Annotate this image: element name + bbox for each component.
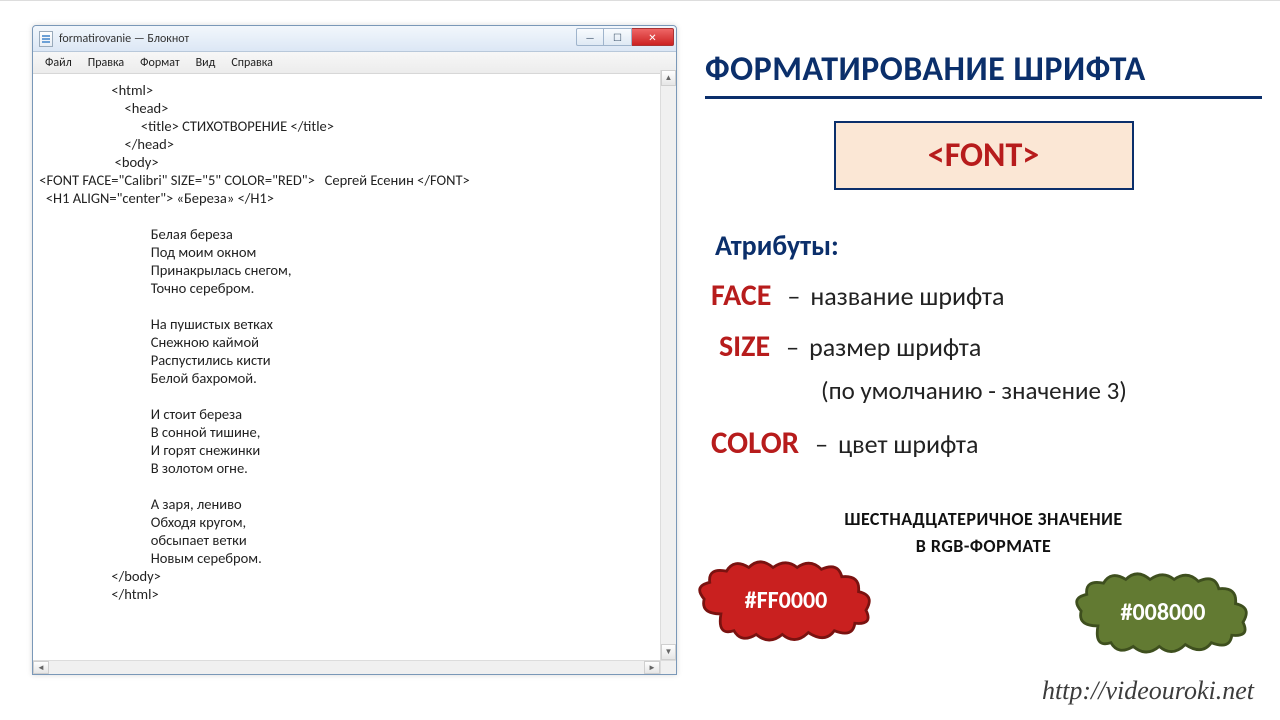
color-clouds: #FF0000 #008000 <box>705 566 1262 676</box>
scroll-down-button[interactable]: ▼ <box>661 644 676 660</box>
scroll-left-button[interactable]: ◄ <box>33 661 49 674</box>
dash-icon: – <box>787 280 800 312</box>
scroll-track[interactable] <box>661 86 676 644</box>
attr-row-color: COLOR – цвет шрифта <box>711 424 1262 462</box>
attr-desc-face: название шрифта <box>810 280 1004 312</box>
horizontal-scrollbar[interactable]: ◄ ► <box>33 660 660 674</box>
window-buttons: — ☐ ✕ <box>576 28 674 46</box>
scroll-right-button[interactable]: ► <box>644 661 660 674</box>
info-panel: ФОРМАТИРОВАНИЕ ШРИФТА <FONT> Атрибуты: F… <box>705 49 1262 676</box>
hex-header-line2: В RGB-ФОРМАТЕ <box>916 535 1052 557</box>
cloud-red: #FF0000 <box>693 558 879 642</box>
font-tag-box: <FONT> <box>834 121 1134 190</box>
attr-desc-size: размер шрифта <box>809 331 981 363</box>
cloud-green: #008000 <box>1070 570 1256 654</box>
attr-name-color: COLOR <box>711 424 815 462</box>
size-default-note: (по умолчанию - значение 3) <box>821 375 1262 406</box>
site-url: http://videouroki.net <box>1042 676 1254 706</box>
scroll-corner <box>660 660 676 674</box>
menu-format[interactable]: Формат <box>132 54 187 72</box>
attr-row-face: FACE – название шрифта <box>711 277 1262 314</box>
text-area[interactable]: <html> <head> <title> СТИХОТВОРЕНИЕ </ti… <box>33 74 676 674</box>
attr-desc-color: цвет шрифта <box>838 428 978 460</box>
maximize-button[interactable]: ☐ <box>604 28 632 46</box>
text-content[interactable]: <html> <head> <title> СТИХОТВОРЕНИЕ </ti… <box>34 75 676 605</box>
notepad-icon <box>39 31 53 47</box>
close-button[interactable]: ✕ <box>632 28 674 46</box>
hex-red-label: #FF0000 <box>745 586 828 615</box>
menu-edit[interactable]: Правка <box>80 54 132 72</box>
hex-header-line1: ШЕСТНАДЦАТЕРИЧНОЕ ЗНАЧЕНИЕ <box>844 508 1122 530</box>
minimize-button[interactable]: — <box>576 28 604 46</box>
scroll-up-button[interactable]: ▲ <box>661 70 676 86</box>
attr-name-size: SIZE <box>719 328 786 365</box>
menu-file[interactable]: Файл <box>37 54 80 72</box>
attr-name-face: FACE <box>711 277 787 314</box>
vertical-scrollbar[interactable]: ▲ ▼ <box>660 70 676 660</box>
title-underline <box>705 96 1262 99</box>
page-title: ФОРМАТИРОВАНИЕ ШРИФТА <box>705 49 1262 90</box>
notepad-window: formatirovanie — Блокнот — ☐ ✕ Файл Прав… <box>32 25 677 675</box>
menu-view[interactable]: Вид <box>188 54 224 72</box>
window-title: formatirovanie — Блокнот <box>59 32 189 46</box>
attributes-header: Атрибуты: <box>715 228 1262 263</box>
hex-green-label: #008000 <box>1121 598 1206 627</box>
dash-icon: – <box>786 331 799 363</box>
menu-help[interactable]: Справка <box>223 54 281 72</box>
dash-icon: – <box>815 428 828 460</box>
attr-row-size: SIZE – размер шрифта <box>719 328 1262 365</box>
window-titlebar[interactable]: formatirovanie — Блокнот — ☐ ✕ <box>33 26 676 52</box>
menu-bar: Файл Правка Формат Вид Справка <box>33 52 676 74</box>
hex-format-header: ШЕСТНАДЦАТЕРИЧНОЕ ЗНАЧЕНИЕ В RGB-ФОРМАТЕ <box>705 506 1262 560</box>
